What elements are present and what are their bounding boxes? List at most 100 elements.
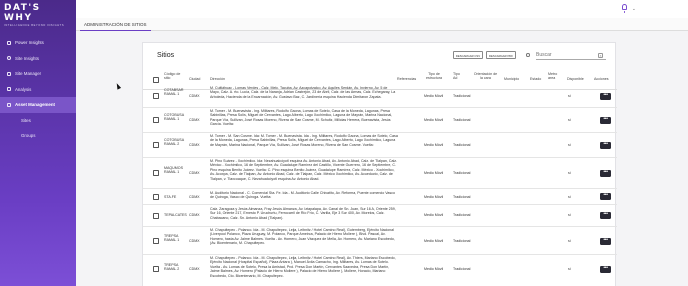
- page-title: Sitios: [157, 52, 175, 59]
- cell-tipo-estructura: Medio Móvil: [424, 267, 444, 271]
- row-checkbox[interactable]: [153, 117, 159, 123]
- cell-disponible: sí: [568, 118, 571, 122]
- row-checkbox[interactable]: [153, 142, 159, 148]
- table-row: TEPALCATES CDMX Calz. Zaragoza y Jesús A…: [143, 205, 617, 227]
- clear-icon[interactable]: ×: [598, 52, 603, 58]
- table-row: COTOBUSA RAMAL 2 CDMX M. Tomer - M. San …: [143, 133, 617, 158]
- download-pdf-button[interactable]: DESCARGAR PDF: [486, 51, 516, 59]
- cell-ciudad: CDMX: [189, 267, 200, 271]
- col-municipio: Municipio: [504, 77, 520, 81]
- cell-tipo-ad: Tradicional: [453, 94, 471, 98]
- cell-codigo: MAQUMOS RAMAL 1: [164, 166, 183, 175]
- tab-administracion-sitios[interactable]: ADMINISTRACIÓN DE SITIOS: [80, 18, 151, 31]
- cell-ciudad: CDMX: [189, 94, 200, 98]
- cell-ciudad: CDMX: [189, 143, 200, 147]
- select-all-checkbox[interactable]: [153, 77, 159, 83]
- row-actions-button[interactable]: •••: [600, 117, 611, 124]
- cell-tipo-ad: Tradicional: [453, 195, 471, 199]
- table-row: TREPSA RAMAL 1 CDMX M. Chapultepec - Pol…: [143, 227, 617, 255]
- briefcase-icon: [7, 102, 11, 107]
- logo-name: DAT'S WHY: [4, 3, 41, 23]
- sidebar-item-label: Analysis: [15, 86, 32, 92]
- cell-tipo-ad: Tradicional: [453, 239, 471, 243]
- cell-codigo: COTABSAR RAMAL 1: [164, 88, 184, 97]
- sidebar: DAT'S WHY INTELLIGENCE BEYOND INSIGHTS P…: [0, 0, 76, 286]
- sidebar-item-label: Asset Management: [15, 102, 56, 108]
- cell-disponible: sí: [568, 94, 571, 98]
- cell-direccion: M. Chapultepec - Polanco. Ida - M. Chapu…: [210, 256, 396, 278]
- cell-tipo-estructura: Medio Móvil: [424, 171, 444, 175]
- cell-tipo-ad: Tradicional: [453, 267, 471, 271]
- row-checkbox[interactable]: [153, 170, 159, 176]
- cell-disponible: sí: [568, 239, 571, 243]
- cell-tipo-ad: Tradicional: [453, 143, 471, 147]
- cell-tipo-estructura: Medio Móvil: [424, 239, 444, 243]
- col-codigo: Código de sitio: [164, 72, 181, 81]
- cell-tipo-ad: Tradicional: [453, 118, 471, 122]
- cell-disponible: sí: [568, 143, 571, 147]
- row-checkbox[interactable]: [153, 266, 159, 272]
- table-row: STA.FE CDMX M. Auditorio Nacional - C. C…: [143, 189, 617, 205]
- col-orientacion: Orientación de la cara: [473, 72, 498, 81]
- bell-icon[interactable]: [622, 4, 627, 10]
- col-disponible: Disponible: [567, 77, 584, 81]
- cell-tipo-ad: Tradicional: [453, 171, 471, 175]
- cell-tipo-estructura: Medio Móvil: [424, 143, 444, 147]
- tab-bar: ADMINISTRACIÓN DE SITIOS: [76, 18, 688, 31]
- grid-icon: [7, 40, 11, 45]
- row-actions-button[interactable]: •••: [600, 93, 611, 100]
- sidebar-subitem-sites[interactable]: Sites: [0, 113, 76, 128]
- sidebar-item-power-insights[interactable]: Power Insights: [0, 35, 76, 51]
- cell-disponible: sí: [568, 267, 571, 271]
- search-icon: [526, 53, 530, 57]
- sidebar-item-asset-management[interactable]: Asset Management: [0, 97, 76, 113]
- sidebar-item-site-insights[interactable]: Site Insights: [0, 51, 76, 67]
- col-estado: Estado: [530, 77, 542, 81]
- row-checkbox[interactable]: [153, 93, 159, 99]
- search-input[interactable]: [536, 51, 606, 60]
- cell-ciudad: CDMX: [189, 195, 200, 199]
- chart-icon: [7, 87, 11, 91]
- sidebar-item-label: Site Manager: [15, 71, 42, 77]
- row-actions-button[interactable]: •••: [600, 238, 611, 245]
- row-checkbox[interactable]: [153, 213, 159, 219]
- pin-icon: [7, 56, 11, 60]
- row-checkbox[interactable]: [153, 194, 159, 200]
- table-row: COTOBUSA RAMAL 1 CDMX M. Tomer - M. Buen…: [143, 108, 617, 133]
- sidebar-subitem-groups[interactable]: Groups: [0, 128, 76, 143]
- cell-ciudad: CDMX: [189, 213, 200, 217]
- row-checkbox[interactable]: [153, 238, 159, 244]
- cell-tipo-estructura: Medio Móvil: [424, 195, 444, 199]
- cell-direccion: M. Cuitláhuac - Lomas Verdes - Calz. Mel…: [210, 86, 396, 99]
- sites-card: Sitios DESCARGAR CSV DESCARGAR PDF × Cód…: [142, 42, 617, 286]
- sidebar-item-label: Power Insights: [15, 40, 44, 46]
- sidebar-item-analysis[interactable]: Analysis: [0, 82, 76, 98]
- cell-tipo-estructura: Medio Móvil: [424, 213, 444, 217]
- row-actions-button[interactable]: •••: [600, 266, 611, 273]
- table-row: TREPSA RAMAL 2 CDMX M. Chapultepec - Pol…: [143, 255, 617, 286]
- cell-codigo: TREPSA RAMAL 2: [164, 263, 180, 272]
- col-referencias: Referencias: [397, 77, 417, 81]
- sidebar-nav: Power Insights Site Insights Site Manage…: [0, 35, 76, 143]
- cell-codigo: COTOBUSA RAMAL 1: [164, 113, 184, 122]
- chevron-down-icon[interactable]: ⌄: [632, 6, 636, 12]
- cell-tipo-estructura: Medio Móvil: [424, 94, 444, 98]
- download-csv-button[interactable]: DESCARGAR CSV: [453, 51, 483, 59]
- row-actions-button[interactable]: •••: [600, 170, 611, 177]
- cell-ciudad: CDMX: [189, 118, 200, 122]
- row-actions-button[interactable]: •••: [600, 142, 611, 149]
- cell-direccion: M. Auditorio Nacional - C. Comercial Sta…: [210, 191, 395, 200]
- col-metro: Metro area: [548, 72, 558, 81]
- row-actions-button[interactable]: •••: [600, 212, 611, 219]
- cell-direccion: M. Chapultepec - Polanco. Ida - M. Chapu…: [210, 228, 395, 246]
- cell-direccion: Calz. Zaragoza y Jesús Almanza, Fray Jes…: [210, 207, 396, 220]
- row-actions-button[interactable]: •••: [600, 193, 611, 200]
- sidebar-item-site-manager[interactable]: Site Manager: [0, 66, 76, 82]
- logo: DAT'S WHY INTELLIGENCE BEYOND INSIGHTS: [4, 3, 72, 27]
- mouse-cursor: [114, 82, 122, 90]
- col-direccion: Dirección: [210, 77, 225, 81]
- cell-disponible: sí: [568, 213, 571, 217]
- logo-tagline: INTELLIGENCE BEYOND INSIGHTS: [4, 24, 65, 27]
- cell-direccion: M. Tomer - M. San Cosme. Ida: M. Tomer -…: [210, 134, 398, 147]
- search-box: ×: [526, 51, 606, 60]
